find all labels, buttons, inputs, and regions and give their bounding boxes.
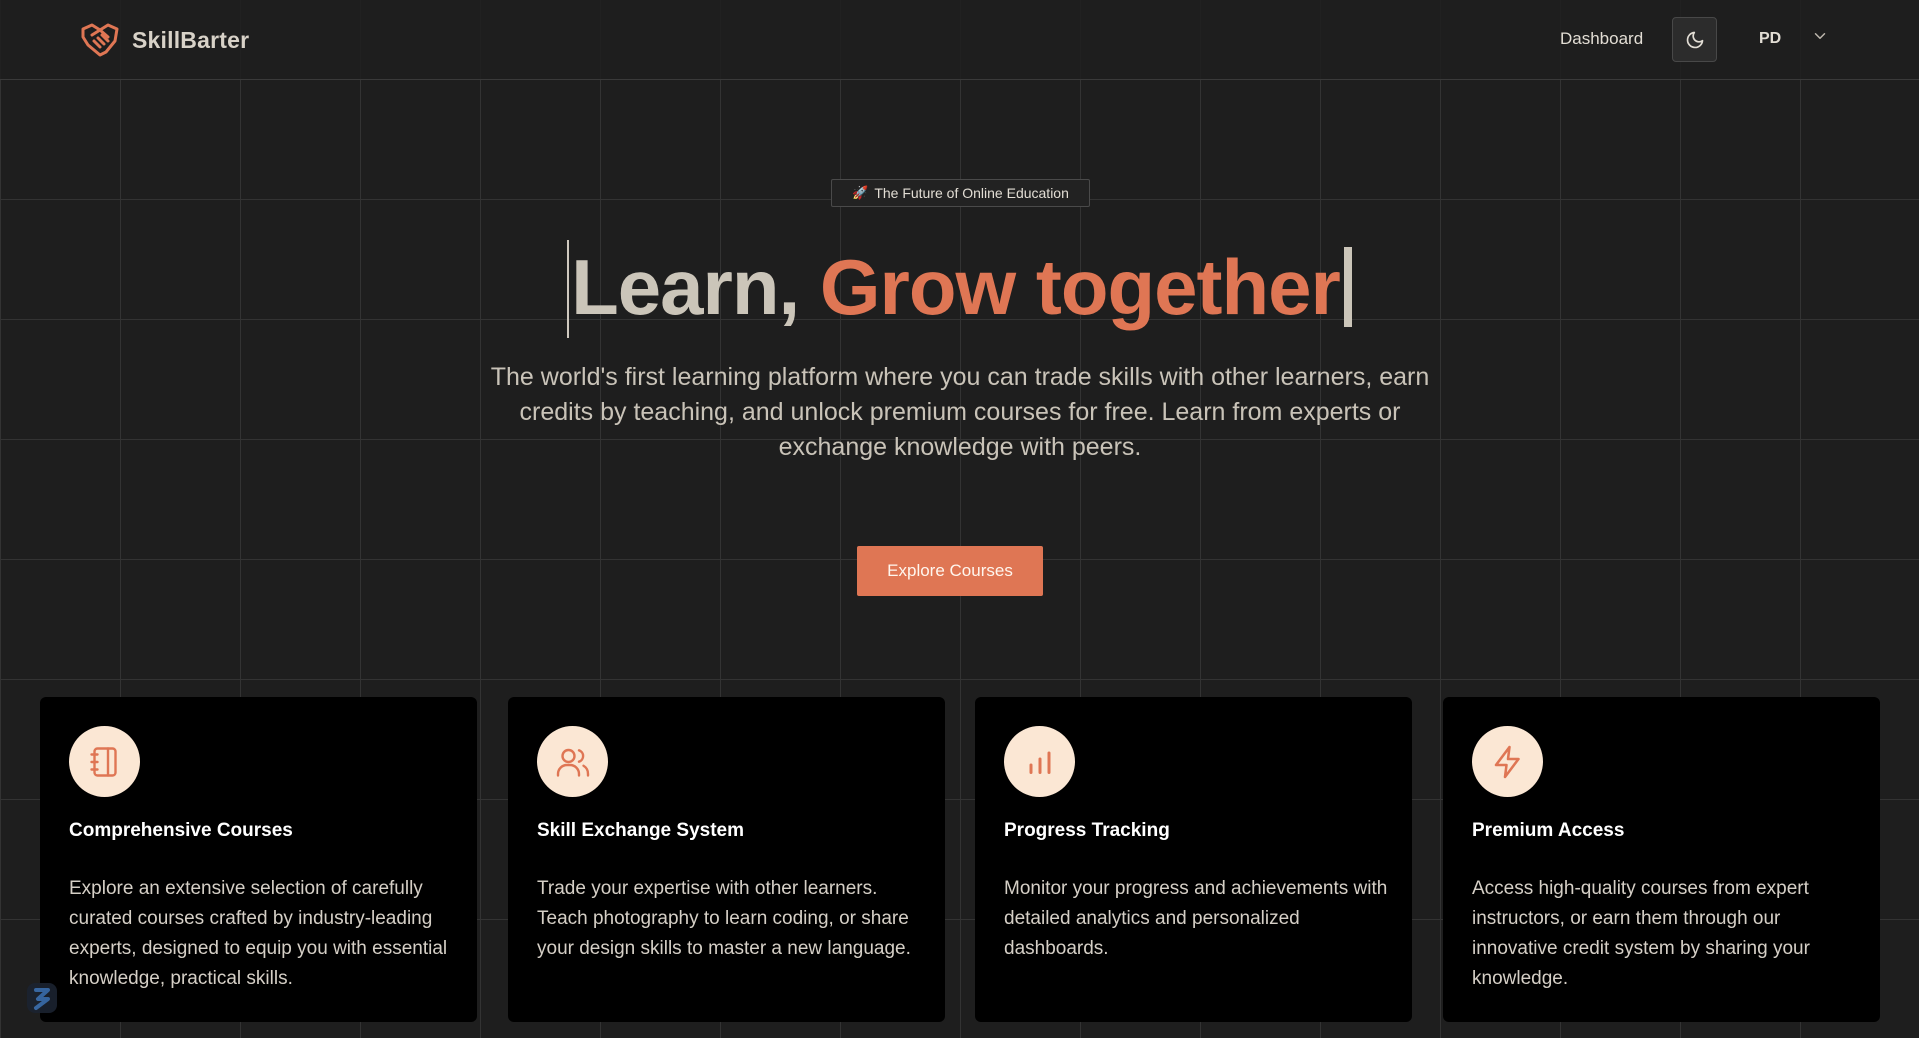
feature-title: Progress Tracking bbox=[1004, 820, 1170, 841]
hero-title: Learn, Grow together bbox=[0, 232, 1919, 342]
feature-card: Premium Access Access high-quality cours… bbox=[1443, 697, 1880, 1022]
text-cursor bbox=[567, 240, 570, 339]
hero-title-highlight: Grow together bbox=[819, 243, 1341, 331]
notebook-icon bbox=[69, 726, 140, 797]
hero-subtitle: The world's first learning platform wher… bbox=[490, 363, 1430, 461]
bar-chart-icon bbox=[1004, 726, 1075, 797]
feature-card: Skill Exchange System Trade your experti… bbox=[508, 697, 945, 1022]
feature-description: Monitor your progress and achievements w… bbox=[1004, 878, 1388, 959]
feature-card: Progress Tracking Monitor your progress … bbox=[975, 697, 1412, 1022]
brand-name: SkillBarter bbox=[132, 26, 250, 53]
feature-description: Explore an extensive selection of carefu… bbox=[69, 878, 448, 989]
user-avatar-initials[interactable]: PD bbox=[1759, 30, 1781, 48]
feature-title: Premium Access bbox=[1472, 820, 1625, 841]
page: SkillBarter Dashboard PD 🚀 The Future of… bbox=[0, 0, 1919, 1038]
rocket-icon: 🚀 bbox=[852, 185, 869, 200]
nav-actions: Dashboard PD bbox=[1519, 17, 1919, 63]
theme-toggle-button[interactable] bbox=[1672, 17, 1717, 62]
feature-title: Comprehensive Courses bbox=[69, 820, 293, 841]
feature-description: Access high-quality courses from expert … bbox=[1472, 878, 1810, 989]
nav-link-dashboard[interactable]: Dashboard bbox=[1560, 29, 1643, 49]
feature-description: Trade your expertise with other learners… bbox=[537, 878, 911, 959]
extension-logo-icon[interactable] bbox=[24, 980, 60, 1016]
chevron-down-icon[interactable] bbox=[1811, 27, 1829, 45]
hero-badge: 🚀 The Future of Online Education bbox=[831, 179, 1090, 207]
explore-courses-button[interactable]: Explore Courses bbox=[857, 546, 1043, 596]
feature-card: Comprehensive Courses Explore an extensi… bbox=[40, 697, 477, 1022]
lightning-icon bbox=[1472, 726, 1543, 797]
users-icon bbox=[537, 726, 608, 797]
brand-link[interactable]: SkillBarter bbox=[80, 20, 249, 60]
hero-title-part1: Learn, bbox=[571, 243, 820, 331]
typing-cursor bbox=[1343, 247, 1352, 328]
top-nav: SkillBarter Dashboard PD bbox=[0, 0, 1919, 80]
moon-icon bbox=[1686, 31, 1703, 48]
hero-badge-text: The Future of Online Education bbox=[874, 185, 1069, 201]
feature-title: Skill Exchange System bbox=[537, 820, 744, 841]
handshake-logo-icon bbox=[80, 21, 120, 59]
